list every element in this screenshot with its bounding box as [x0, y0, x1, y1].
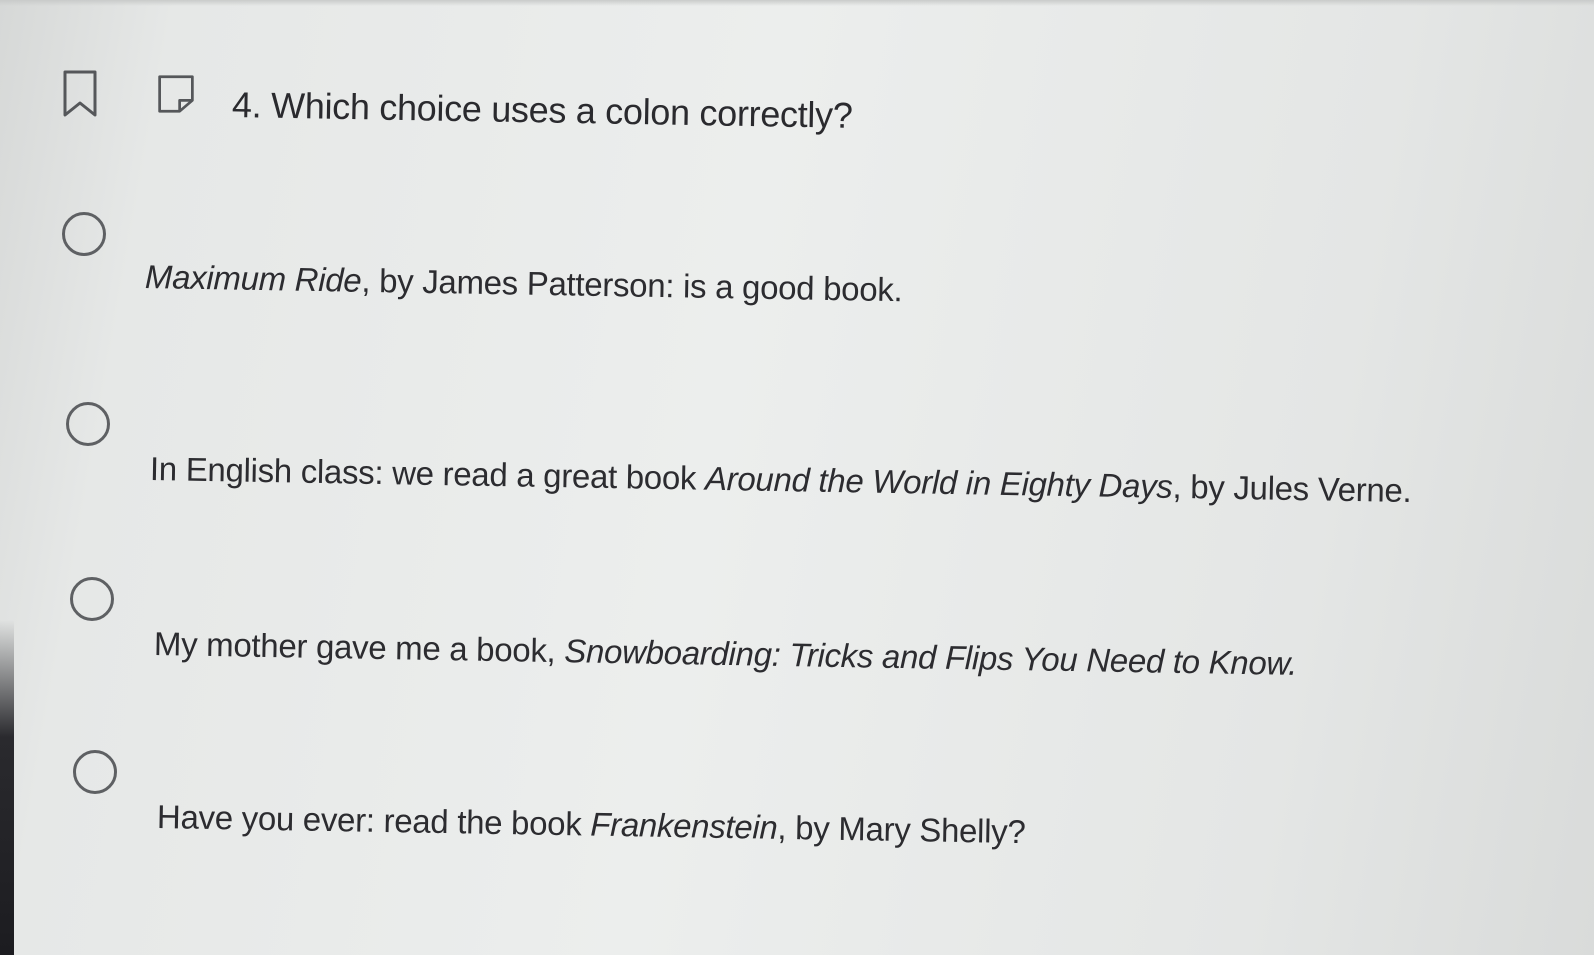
- question-title: 4. Which choice uses a colon correctly?: [232, 84, 853, 137]
- option-text-segment: Have you ever: read the book: [156, 798, 591, 843]
- book-title: Around the World in Eighty Days: [704, 459, 1173, 505]
- option-text-segment: My mother gave me a book,: [153, 625, 565, 670]
- question-number: 4.: [231, 84, 262, 126]
- option-4-radio[interactable]: [73, 750, 117, 794]
- option-1-text[interactable]: Maximum Ride, by James Patterson: is a g…: [145, 258, 903, 309]
- book-title: Frankenstein: [590, 805, 778, 846]
- option-3-text[interactable]: My mother gave me a book, Snowboarding: …: [154, 625, 1298, 683]
- option-text-segment: , by Jules Verne.: [1172, 467, 1412, 510]
- note-icon: [158, 75, 194, 113]
- option-3-radio[interactable]: [70, 577, 114, 621]
- book-title: Snowboarding: Tricks and Flips You Need …: [564, 632, 1298, 682]
- question-toolbar: [60, 68, 196, 120]
- bookmark-icon: [63, 70, 97, 117]
- option-2-radio[interactable]: [66, 402, 110, 446]
- option-4-text[interactable]: Have you ever: read the book Frankenstei…: [157, 798, 1026, 851]
- quiz-screen: 4. Which choice uses a colon correctly? …: [0, 0, 1594, 955]
- option-1-radio[interactable]: [62, 212, 106, 256]
- screen-top-edge: [0, 0, 1594, 6]
- option-2-text[interactable]: In English class: we read a great book A…: [150, 450, 1412, 510]
- bookmark-button[interactable]: [60, 68, 100, 120]
- option-text-segment: , by James Patterson: is a good book.: [361, 261, 903, 309]
- monitor-bezel: [0, 620, 14, 955]
- option-text-segment: , by Mary Shelly?: [777, 808, 1026, 851]
- note-button[interactable]: [156, 68, 196, 120]
- book-title: Maximum Ride: [144, 258, 362, 299]
- option-text-segment: In English class: we read a great book: [149, 450, 706, 497]
- question-text: Which choice uses a colon correctly?: [270, 84, 853, 136]
